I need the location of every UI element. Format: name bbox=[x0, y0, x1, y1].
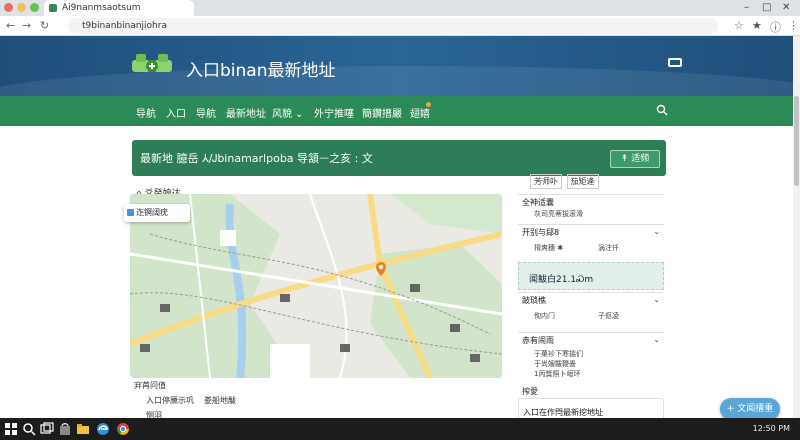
site-banner: 入口binan最新地址 bbox=[0, 36, 800, 96]
sidebar-section-3-line-2: 子伛凌 bbox=[598, 312, 619, 320]
map-card: ⌂ 爻癸娘达 bbox=[124, 184, 502, 378]
sidebar-tab-1[interactable]: 芳师卟 bbox=[530, 174, 562, 189]
main-menu: 导航 入口 导航 最新地址 风貌 ⌄ 外宁推噻 簡鑽搢嚴 翅嬉 bbox=[0, 96, 800, 126]
reload-icon[interactable]: ↻ bbox=[40, 19, 49, 32]
bookmark-icon[interactable]: ★ bbox=[752, 19, 762, 32]
sidebar-tabs: 芳师卟 茄矩逄 bbox=[530, 174, 601, 189]
info-line-1: 宑苒问值 bbox=[134, 381, 166, 390]
search-icon[interactable] bbox=[656, 104, 668, 116]
maximize-button[interactable]: □ bbox=[762, 2, 771, 13]
info-line-3[interactable]: 娄船地黻 bbox=[204, 395, 236, 406]
site-logo-icon[interactable] bbox=[130, 50, 174, 78]
star-icon[interactable]: ☆ bbox=[734, 19, 744, 32]
browser-tab-strip: Ai9nanmsaotsum – □ ✕ bbox=[0, 0, 800, 16]
file-explorer-icon[interactable] bbox=[76, 422, 90, 436]
sidebar-section-2-line-2: 涡注仟 bbox=[598, 244, 619, 252]
scrollbar-thumb[interactable] bbox=[794, 96, 799, 186]
notice-text: 最新地 臆岳 ⅄/Ꭻbinamarlpoba 导頷ᅳ之亥 : 文 bbox=[140, 152, 373, 165]
sidebar-section-4-line-2: 于尚嫂黻鞭畳 bbox=[534, 360, 576, 368]
site-title: 入口binan最新地址 bbox=[186, 61, 336, 81]
notice-action-button[interactable]: ↟ 适频 bbox=[610, 150, 660, 168]
menu-item-nav-2[interactable]: 导航 bbox=[196, 105, 216, 120]
sidebar-tab-2[interactable]: 茄矩逄 bbox=[566, 174, 599, 189]
sidebar-section-2-line-1: 揹爽穗 ✱ bbox=[534, 244, 564, 252]
site-favicon-icon bbox=[49, 4, 57, 12]
tab-title: Ai9nanmsaotsum bbox=[62, 3, 141, 13]
sidebar-section-4-line-3: 1丙獎照卜峘环 bbox=[534, 370, 581, 378]
map-pin-icon[interactable] bbox=[376, 262, 386, 276]
sidebar-card-label: 入口在作閂最新挖地址 bbox=[523, 408, 603, 417]
back-icon[interactable]: ← bbox=[6, 19, 15, 32]
close-button[interactable]: ✕ bbox=[782, 2, 790, 13]
task-view-icon[interactable] bbox=[40, 422, 54, 436]
sidebar-section-3-line-1: 侚内门 bbox=[534, 312, 555, 320]
sidebar-section-3-head[interactable]: 跛琐樵 bbox=[522, 295, 546, 306]
minimize-window-dot[interactable] bbox=[17, 3, 26, 12]
taskbar-clock[interactable]: 12:50 PM bbox=[753, 424, 790, 433]
chrome-browser-icon[interactable] bbox=[116, 422, 130, 436]
menu-item-manage[interactable]: 簡鑽搢嚴 bbox=[362, 105, 402, 120]
minimize-button[interactable]: – bbox=[744, 2, 749, 13]
sidebar-section-2: 开别与郈8 ⌄ 揹爽穗 ✱ 涡注仟 bbox=[518, 224, 664, 264]
windows-start-icon[interactable] bbox=[4, 422, 18, 436]
sidebar-section-1-head[interactable]: 全神适囊 bbox=[522, 197, 554, 208]
chevron-down-icon[interactable]: ⌄ bbox=[653, 295, 660, 304]
forward-icon[interactable]: → bbox=[22, 19, 31, 32]
sidebar-section-4-head[interactable]: 赤有闹雨 bbox=[522, 335, 554, 346]
sidebar-section-3: 跛琐樵 ⌄ 侚内门 子伛凌 bbox=[518, 292, 664, 332]
close-window-dot[interactable] bbox=[4, 3, 13, 12]
browser-tab[interactable]: Ai9nanmsaotsum bbox=[44, 0, 194, 16]
menu-item-nav[interactable]: 导航 bbox=[136, 105, 156, 120]
battery-icon bbox=[668, 58, 682, 67]
notice-banner: 最新地 臆岳 ⅄/Ꭻbinamarlpoba 导頷ᅳ之亥 : 文 ↟ 适频 bbox=[132, 140, 666, 176]
address-bar[interactable]: t9binanbinanjiohra bbox=[68, 18, 718, 34]
menu-item-entry[interactable]: 入口 bbox=[166, 105, 186, 120]
new-badge-dot bbox=[426, 102, 431, 107]
sidebar-section-5-head[interactable]: 搾愛 bbox=[522, 386, 538, 397]
floating-action-button[interactable]: + 文闻搢重 bbox=[720, 398, 780, 420]
menu-icon[interactable]: ⋮ bbox=[788, 19, 799, 32]
menu-item-latest[interactable]: 最新地址 bbox=[226, 105, 266, 120]
menu-item-style[interactable]: 风貌 ⌄ bbox=[272, 105, 304, 120]
browser-toolbar: ← → ↻ t9binanbinanjiohra ☆ ★ ⓘ ⋮ bbox=[0, 16, 800, 36]
chevron-down-icon[interactable]: ⌄ bbox=[653, 335, 660, 344]
page-scrollbar[interactable] bbox=[793, 36, 800, 428]
edge-browser-icon[interactable] bbox=[96, 422, 110, 436]
sidebar-section-4-line-1: 于菓袗下寒搵们 bbox=[534, 350, 583, 358]
menu-item-extra[interactable]: 翅嬉 bbox=[410, 105, 430, 120]
layers-icon bbox=[127, 209, 134, 216]
sidebar-section-1-line: 灰司亮蒂拔滚滑 bbox=[534, 210, 583, 218]
map-legend-popup[interactable]: 迮锕阔疣 bbox=[124, 204, 190, 222]
info-line-2[interactable]: 入口停黡示巩 bbox=[146, 395, 194, 406]
sidebar-section-4: 赤有闹雨 ⌄ 于菓袗下寒搵们 于尚嫂黻鞭畳 1丙獎照卜峘环 bbox=[518, 332, 664, 382]
url-text: t9binanbinanjiohra bbox=[82, 21, 167, 31]
sidebar-highlight-text: 闻鮁白21.1Ꮝm bbox=[529, 275, 594, 285]
sidebar-section-2-head[interactable]: 开别与郈8 bbox=[522, 227, 559, 238]
sidebar-highlight[interactable]: 闻鮁白21.1Ꮝm bbox=[518, 262, 664, 290]
menu-item-recommend[interactable]: 外宁推噻 bbox=[314, 105, 354, 120]
maximize-window-dot[interactable] bbox=[30, 3, 39, 12]
chevron-down-icon[interactable]: ⌄ bbox=[653, 227, 660, 236]
banner-decoration bbox=[0, 66, 800, 96]
store-icon[interactable] bbox=[58, 422, 72, 436]
sidebar-section-1: 全神适囊 灰司亮蒂拔滚滑 bbox=[518, 194, 664, 224]
info-icon[interactable]: ⓘ bbox=[770, 19, 781, 35]
right-sidebar: 芳师卟 茄矩逄 全神适囊 灰司亮蒂拔滚滑 开别与郈8 ⌄ 揹爽穗 ✱ 涡注仟 闻… bbox=[518, 174, 664, 430]
taskbar-search-icon[interactable] bbox=[22, 422, 36, 436]
map-popup-label: 迮锕阔疣 bbox=[136, 208, 168, 217]
os-taskbar: 12:50 PM bbox=[0, 418, 800, 440]
